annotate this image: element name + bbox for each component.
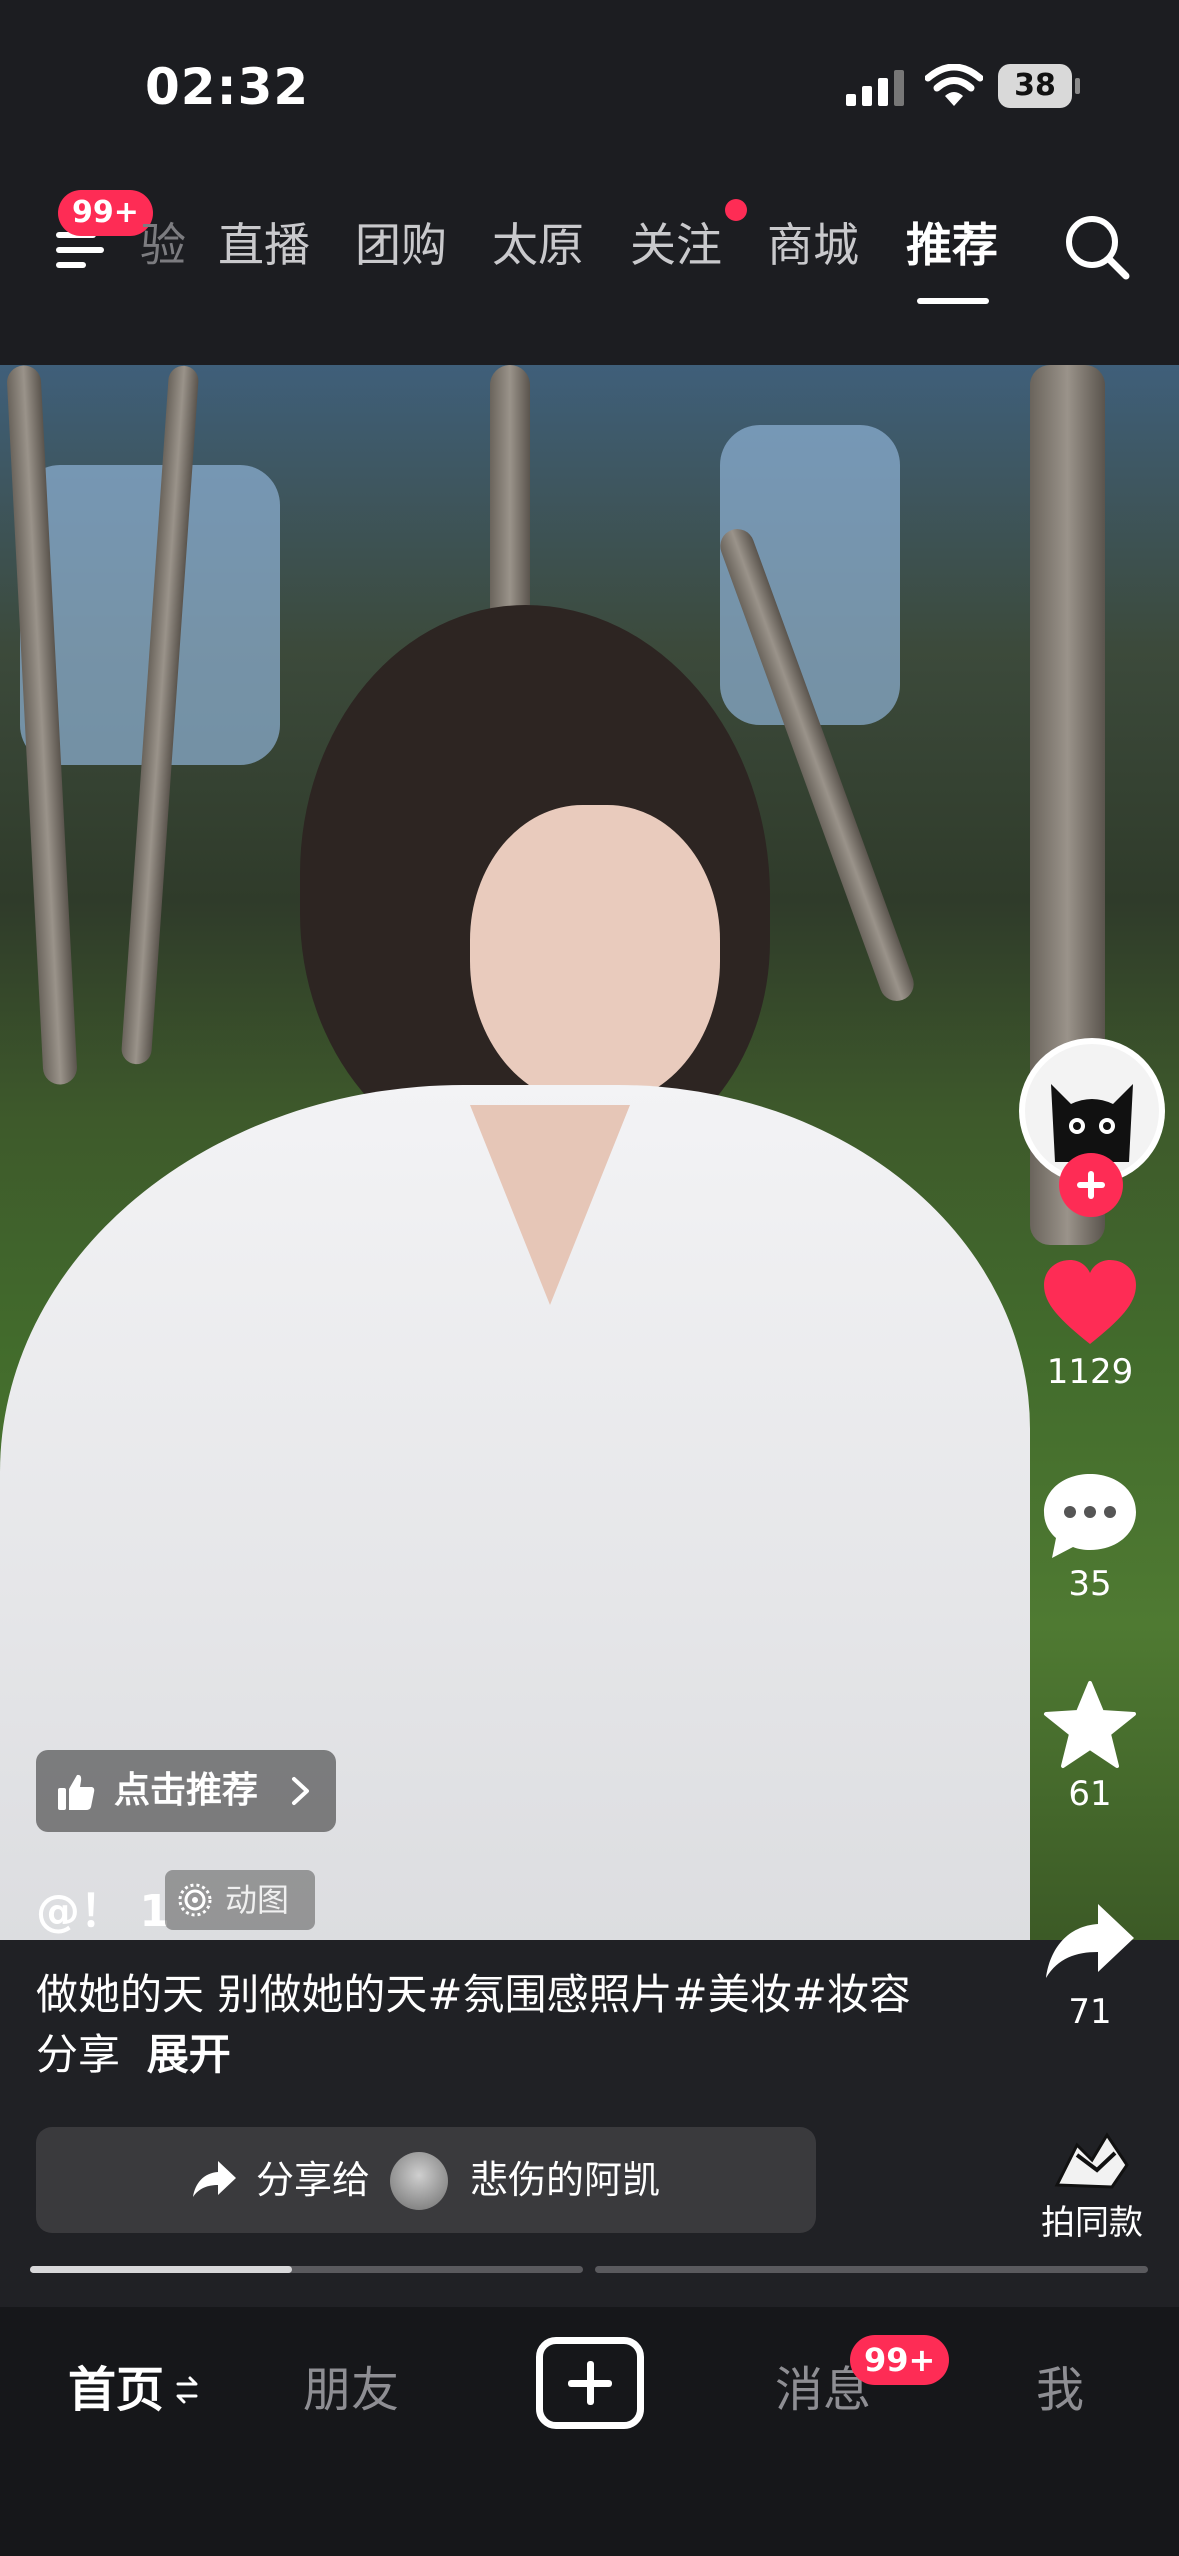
image-progress-segment-1 (30, 2266, 583, 2273)
nav-friends[interactable]: 朋友 (303, 2355, 399, 2425)
battery-tip (1075, 78, 1080, 94)
image-progress-segment-2 (595, 2266, 1148, 2273)
video-player[interactable] (0, 365, 1179, 1940)
motion-photo-label: 动图 (225, 1881, 290, 1919)
share-arrow-icon (193, 2161, 236, 2197)
share-count: 71 (1068, 1992, 1112, 2032)
star-icon (1044, 1681, 1136, 1768)
battery-level: 38 (998, 64, 1072, 108)
nav-home[interactable]: 首页 (68, 2355, 164, 2425)
contact-avatar (390, 2152, 448, 2210)
nav-me[interactable]: 我 (1036, 2355, 1084, 2425)
following-new-dot (725, 199, 747, 221)
tab-group-buy[interactable]: 团购 (355, 210, 447, 280)
tab-live[interactable]: 直播 (218, 210, 310, 280)
share-to-label: 分享给 (256, 2158, 371, 2202)
thumbs-up-icon (58, 1774, 95, 1810)
app-screen: 02:32 38 99+ 验 直播 团购 太原 关注 商城 推荐 点击推荐 @！… (0, 0, 1179, 2556)
comment-button[interactable]: 35 (1030, 1470, 1150, 1604)
share-to-friend-bar[interactable]: 分享给 悲伤的阿凯 (36, 2127, 816, 2233)
same-style-button[interactable]: 拍同款 (1030, 2125, 1154, 2244)
like-button[interactable]: 1129 (1030, 1258, 1150, 1392)
chevron-right-icon (292, 1777, 309, 1805)
like-count: 1129 (1046, 1352, 1134, 1392)
active-tab-indicator (917, 298, 989, 304)
favorite-count-value: 61 (1068, 1774, 1112, 1814)
tab-local[interactable]: 太原 (492, 210, 584, 280)
image-progress-fill (30, 2266, 292, 2273)
share-button[interactable]: 71 (1030, 1898, 1150, 2032)
swap-arrows-icon (176, 2376, 198, 2404)
tab-recommend[interactable]: 推荐 (906, 210, 998, 280)
same-style-label: 拍同款 (1041, 2203, 1143, 2243)
video-caption[interactable]: 做她的天 别做她的天#氛围感照片#美妆#妆容分享 展开 (36, 1965, 936, 2085)
tab-mall[interactable]: 商城 (767, 210, 859, 280)
wifi-icon (925, 64, 983, 106)
battery-indicator: 38 (998, 64, 1080, 108)
top-nav: 99+ 验 直播 团购 太原 关注 商城 推荐 (0, 170, 1179, 365)
comment-count: 35 (1068, 1564, 1112, 1604)
menu-badge: 99+ (58, 190, 153, 236)
favorite-button[interactable]: 35 61 (1030, 1680, 1150, 1814)
status-bar: 02:32 38 (0, 0, 1179, 170)
tab-partial[interactable]: 验 (140, 210, 186, 280)
recommend-chip[interactable]: 点击推荐 (36, 1750, 336, 1832)
heart-icon (1044, 1260, 1136, 1344)
author-handle[interactable]: @！ 1 (36, 1875, 170, 1939)
same-style-music-icon (1054, 2132, 1129, 2189)
tab-following[interactable]: 关注 (630, 210, 722, 280)
messages-badge: 99+ (850, 2335, 950, 2385)
comment-icon (1044, 1474, 1136, 1558)
create-button[interactable] (536, 2337, 644, 2429)
search-icon[interactable] (1062, 212, 1132, 282)
status-time: 02:32 (145, 58, 310, 116)
contact-name: 悲伤的阿凯 (470, 2158, 661, 2202)
person-face (470, 805, 720, 1105)
share-arrow-icon (1046, 1904, 1134, 1978)
follow-button[interactable] (1059, 1153, 1123, 1217)
cellular-signal-icon (846, 70, 904, 106)
bottom-nav: 首页 朋友 消息 99+ 我 (0, 2307, 1179, 2556)
motion-photo-icon (178, 1883, 212, 1917)
recommend-chip-label: 点击推荐 (114, 1770, 259, 1811)
caption-expand-button[interactable]: 展开 (147, 2030, 231, 2079)
motion-photo-badge: 动图 (165, 1870, 315, 1930)
